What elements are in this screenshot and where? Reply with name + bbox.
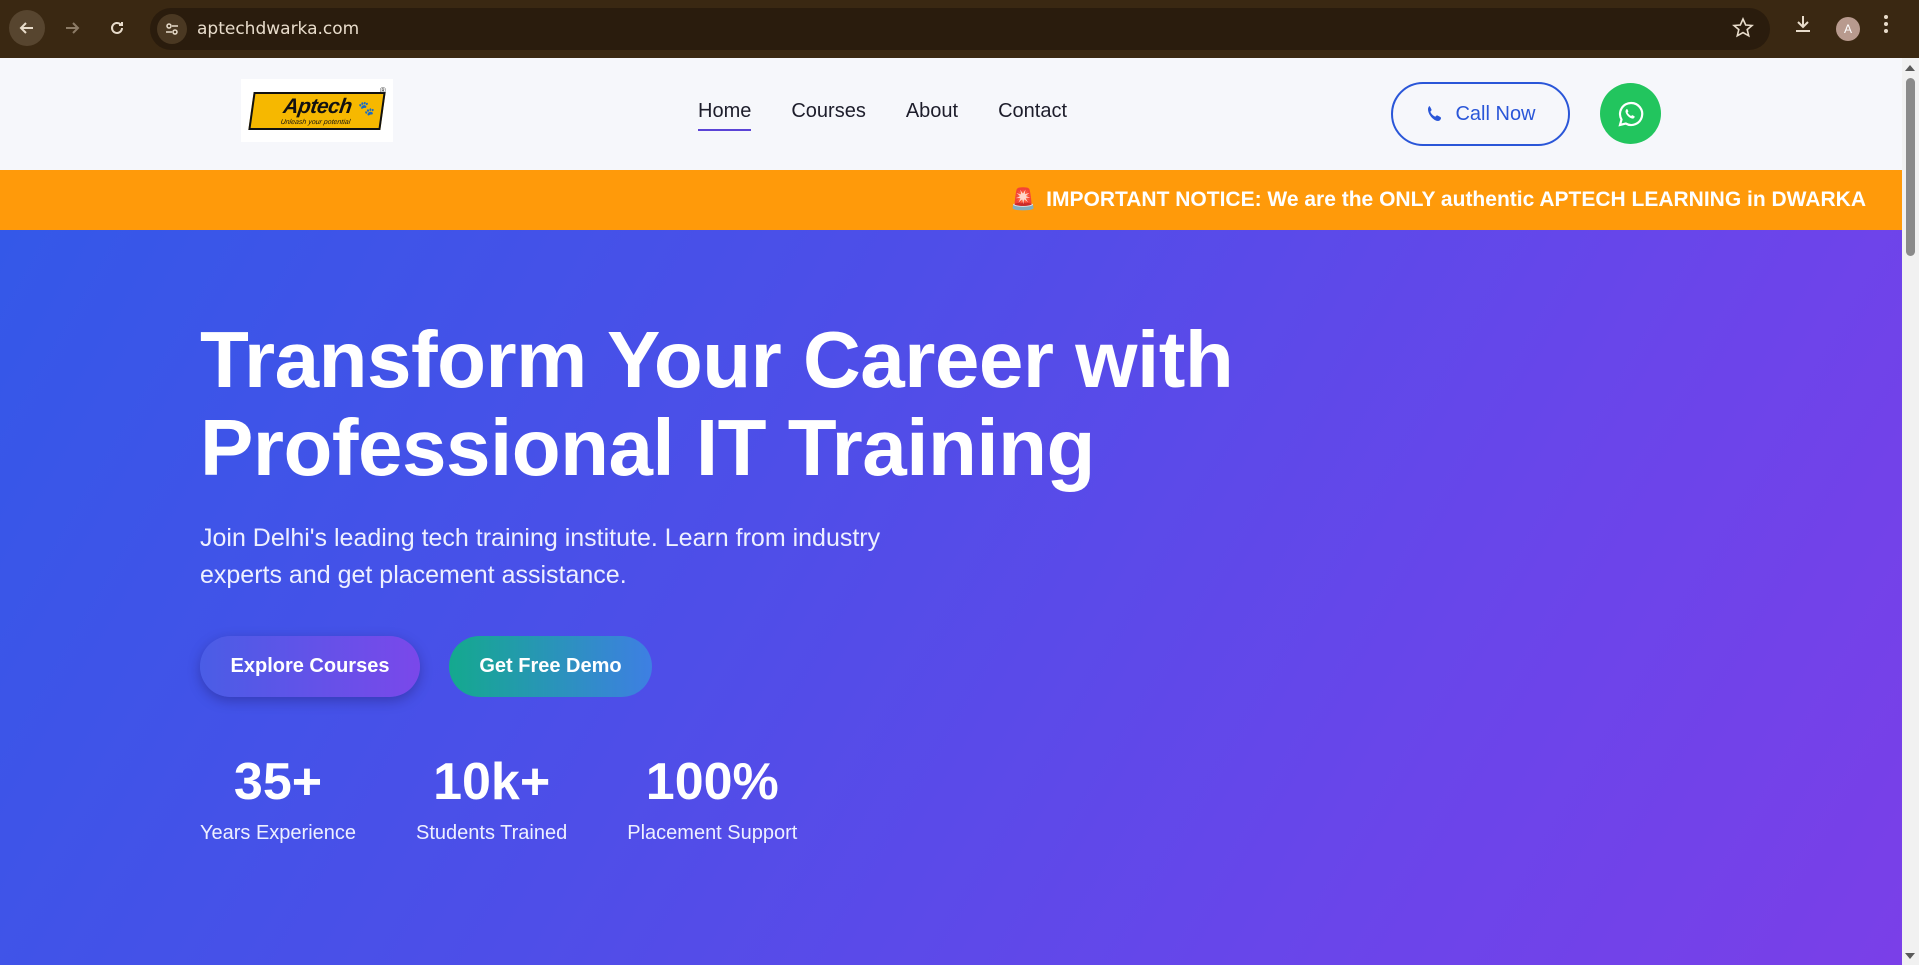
site-header: Aptech Unleash your potential 🐾 ® Home C…	[0, 58, 1902, 170]
nav-contact[interactable]: Contact	[998, 100, 1067, 131]
back-arrow-icon	[19, 22, 33, 34]
scroll-thumb[interactable]	[1906, 78, 1915, 256]
address-bar[interactable]: aptechdwarka.com	[150, 8, 1770, 50]
main-nav: Home Courses About Contact	[698, 100, 1067, 131]
stat-students: 10k+ Students Trained	[416, 750, 567, 845]
reload-button[interactable]	[99, 10, 135, 46]
url-text[interactable]: aptechdwarka.com	[197, 19, 359, 39]
call-now-button[interactable]: Call Now	[1391, 82, 1570, 146]
logo-tagline: Unleash your potential	[280, 118, 351, 126]
free-demo-button[interactable]: Get Free Demo	[449, 636, 652, 697]
hero-section: Transform Your Career with Professional …	[0, 230, 1902, 965]
whatsapp-button[interactable]	[1600, 83, 1661, 144]
profile-avatar[interactable]: A	[1836, 17, 1860, 41]
stat-label: Placement Support	[627, 822, 798, 844]
page-viewport: Aptech Unleash your potential 🐾 ® Home C…	[0, 58, 1902, 965]
notice-marquee: 🚨 IMPORTANT NOTICE: We are the ONLY auth…	[1010, 188, 1866, 212]
forward-arrow-icon	[66, 22, 80, 34]
browser-toolbar: aptechdwarka.com A	[0, 0, 1919, 58]
stat-value: 35+	[233, 753, 323, 811]
notice-text: IMPORTANT NOTICE: We are the ONLY authen…	[1046, 188, 1866, 211]
stat-years: 35+ Years Experience	[200, 750, 356, 845]
hero-title-line1: Transform Your Career with	[200, 315, 1234, 404]
page-scrollbar[interactable]	[1902, 58, 1919, 965]
paw-icon: 🐾	[356, 99, 377, 116]
stat-label: Years Experience	[200, 822, 357, 844]
logo-badge: Aptech Unleash your potential 🐾	[248, 91, 386, 130]
site-info-icon	[166, 23, 178, 35]
hero-subtitle: Join Delhi's leading tech training insti…	[200, 524, 881, 589]
forward-button[interactable]	[54, 10, 90, 46]
stat-placement: 100% Placement Support	[627, 750, 797, 845]
logo-word: Aptech	[281, 94, 354, 118]
phone-icon	[1428, 106, 1442, 121]
star-icon[interactable]	[1732, 17, 1754, 39]
logo-registered-mark: ®	[380, 86, 386, 95]
nav-about[interactable]: About	[906, 100, 958, 131]
stats-row: 35+ Years Experience 10k+ Students Train…	[200, 750, 857, 845]
hero-title: Transform Your Career with Professional …	[200, 316, 1400, 492]
nav-home[interactable]: Home	[698, 100, 752, 131]
site-info-button[interactable]	[157, 14, 187, 44]
whatsapp-icon	[1617, 101, 1643, 127]
hero-title-line2: Professional IT Training	[200, 403, 1095, 492]
siren-icon: 🚨	[1010, 188, 1037, 211]
scroll-down-arrow-icon[interactable]	[1905, 953, 1915, 959]
notice-banner: 🚨 IMPORTANT NOTICE: We are the ONLY auth…	[0, 170, 1902, 230]
aptech-logo[interactable]: Aptech Unleash your potential 🐾	[241, 79, 393, 142]
call-now-label: Call Now	[1455, 102, 1536, 125]
stat-value: 10k+	[433, 753, 551, 811]
stat-value: 100%	[645, 753, 779, 811]
download-icon[interactable]	[1792, 13, 1814, 35]
explore-courses-button[interactable]: Explore Courses	[200, 636, 420, 697]
scroll-up-arrow-icon[interactable]	[1905, 65, 1915, 71]
kebab-menu-icon[interactable]	[1882, 13, 1890, 35]
reload-icon	[111, 21, 123, 34]
nav-courses[interactable]: Courses	[791, 100, 865, 131]
back-button[interactable]	[9, 10, 45, 46]
stat-label: Students Trained	[416, 822, 568, 844]
